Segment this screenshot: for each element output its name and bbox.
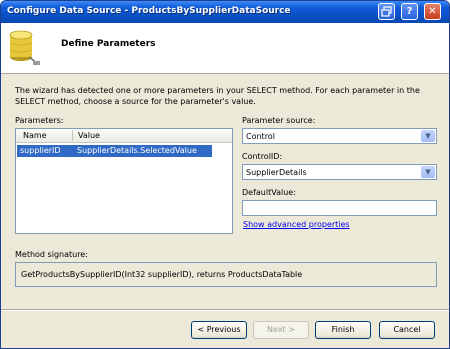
column-divider[interactable] — [72, 130, 73, 141]
control-id-value: SupplierDetails — [246, 168, 307, 177]
default-value-input[interactable] — [242, 200, 437, 216]
cancel-button[interactable]: Cancel — [379, 321, 435, 339]
parameters-label: Parameters: — [15, 116, 64, 125]
method-signature-value: GetProductsBySupplierID(Int32 supplierID… — [21, 270, 303, 279]
method-signature-box: GetProductsBySupplierID(Int32 supplierID… — [15, 262, 437, 287]
close-icon[interactable]: ✕ — [424, 3, 441, 20]
column-header-value[interactable]: Value — [78, 131, 100, 140]
title-bar[interactable]: Configure Data Source - ProductsBySuppli… — [1, 1, 449, 23]
control-id-label: ControlID: — [242, 152, 283, 161]
control-id-select[interactable]: SupplierDetails ▼ — [242, 164, 437, 180]
parameters-grid[interactable]: Name Value supplierID SupplierDetails.Se… — [15, 128, 233, 234]
wizard-header: Define Parameters — [1, 23, 449, 74]
window-title: Configure Data Source - ProductsBySuppli… — [7, 6, 291, 16]
chevron-down-icon[interactable]: ▼ — [421, 130, 435, 142]
parameter-name-cell: supplierID — [20, 146, 61, 155]
chevron-down-icon[interactable]: ▼ — [421, 166, 435, 178]
wizard-description: The wizard has detected one or more para… — [15, 86, 420, 106]
configure-data-source-window: Configure Data Source - ProductsBySuppli… — [0, 0, 450, 349]
show-advanced-properties-link[interactable]: Show advanced properties — [243, 220, 350, 229]
column-header-name[interactable]: Name — [23, 131, 47, 140]
page-title: Define Parameters — [61, 39, 156, 49]
finish-button[interactable]: Finish — [315, 321, 371, 339]
grid-header: Name Value — [16, 129, 232, 143]
parameter-source-label: Parameter source: — [242, 116, 316, 125]
parameter-source-select[interactable]: Control ▼ — [242, 128, 437, 144]
table-row[interactable]: supplierID SupplierDetails.SelectedValue — [17, 145, 212, 157]
next-button[interactable]: Next > — [253, 321, 309, 339]
database-icon — [9, 30, 40, 66]
help-icon[interactable]: ? — [401, 3, 418, 20]
method-signature-label: Method signature: — [15, 250, 88, 259]
footer-divider — [1, 309, 449, 311]
restore-icon[interactable] — [378, 3, 395, 20]
parameter-source-value: Control — [246, 132, 275, 141]
default-value-label: DefaultValue: — [242, 188, 296, 197]
previous-button[interactable]: < Previous — [191, 321, 247, 339]
parameter-value-cell: SupplierDetails.SelectedValue — [77, 146, 197, 155]
